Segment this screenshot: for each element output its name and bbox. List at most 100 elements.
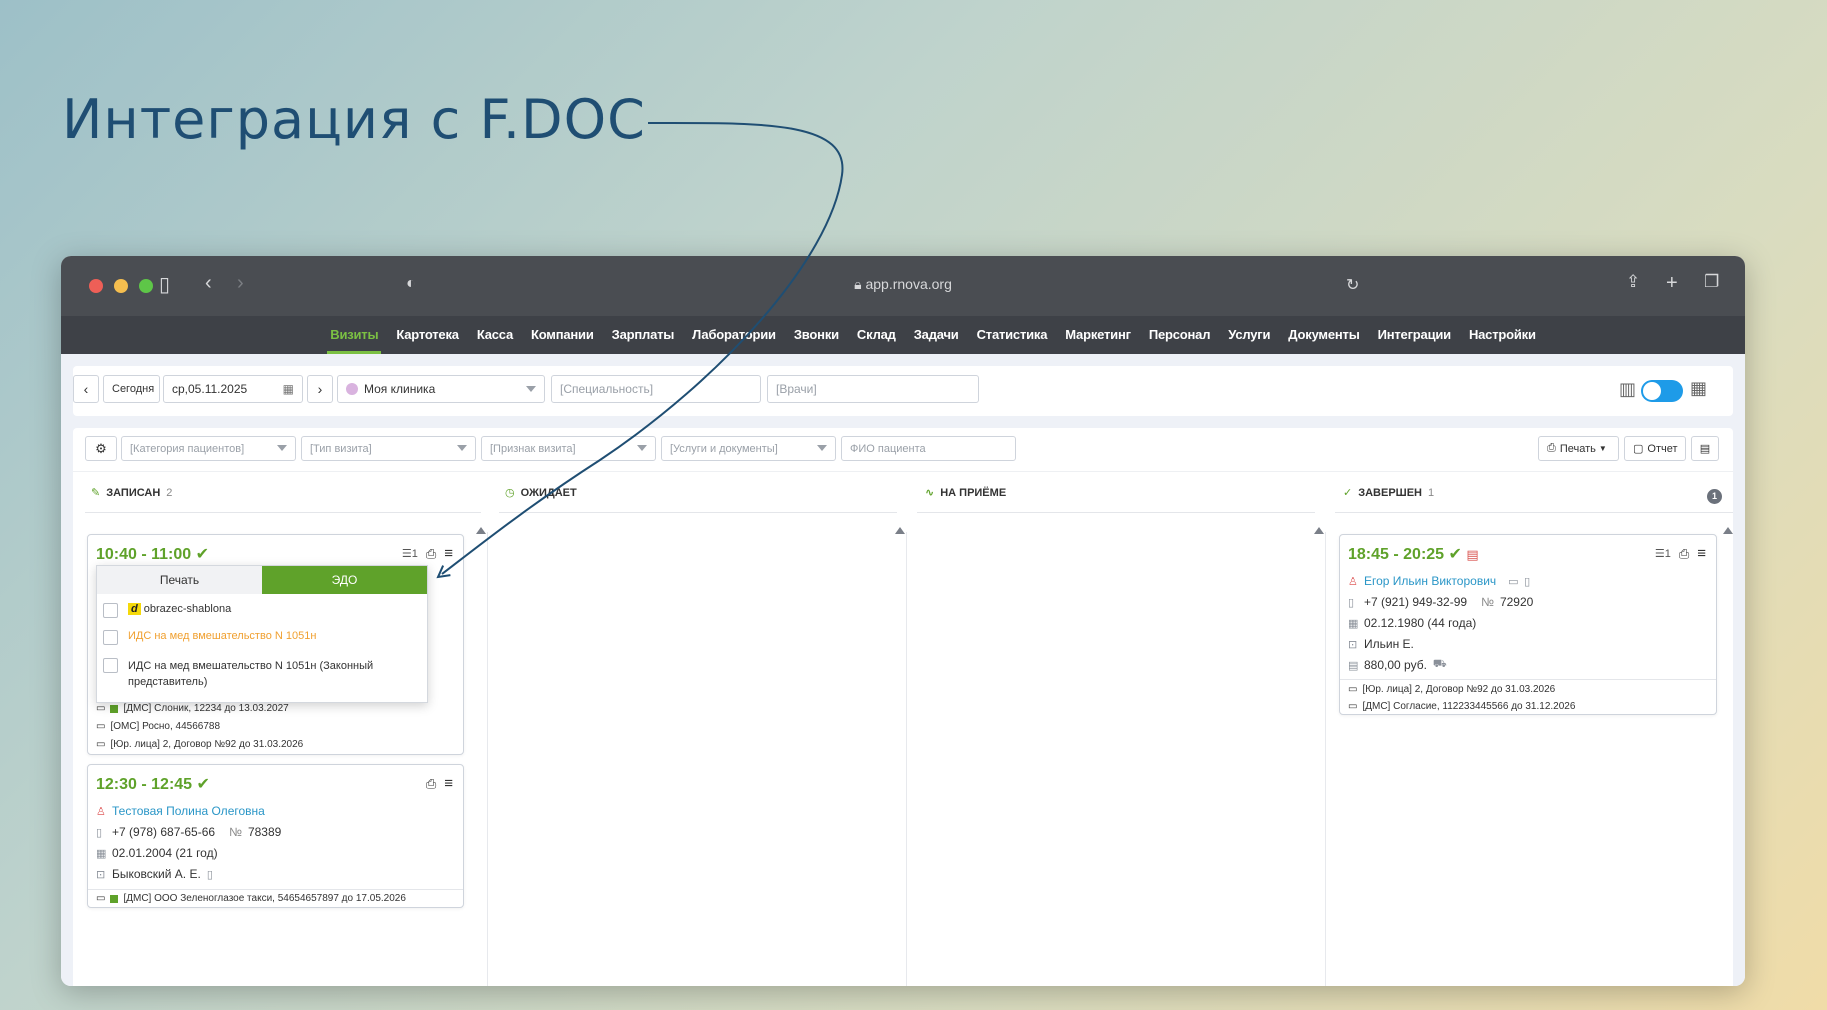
menu-icon[interactable]: ≡ bbox=[1697, 545, 1706, 562]
printer-icon[interactable]: ⎙ bbox=[1679, 546, 1689, 562]
visit-time: 12:30 - 12:45 ✔ bbox=[96, 774, 210, 794]
columns-view-icon[interactable]: ▥ bbox=[1619, 379, 1636, 400]
scroll-up-button[interactable] bbox=[476, 527, 486, 534]
record-number: 72920 bbox=[1499, 595, 1534, 609]
notification-badge[interactable]: 1 bbox=[1707, 489, 1722, 504]
next-day-button[interactable]: › bbox=[307, 375, 333, 403]
calculator-icon[interactable]: ▤ bbox=[1691, 436, 1719, 461]
printer-icon[interactable]: ⎙ bbox=[426, 546, 436, 562]
print-label: Печать bbox=[1559, 442, 1596, 455]
column-title: ОЖИДАЕТ bbox=[520, 486, 577, 499]
printer-icon[interactable]: ⎙ bbox=[426, 776, 436, 792]
edo-doc-item[interactable]: ИДС на мед вмешательство N 1051н bbox=[103, 630, 316, 645]
tab-edo[interactable]: ЭДО bbox=[262, 566, 427, 594]
visit-type-select[interactable]: [Тип визита] bbox=[301, 436, 476, 461]
services-docs-select[interactable]: [Услуги и документы] bbox=[661, 436, 836, 461]
person-icon: ♙ bbox=[1348, 575, 1358, 588]
doc-checkbox[interactable] bbox=[103, 603, 118, 618]
nav-item-8[interactable]: Задачи bbox=[905, 316, 968, 354]
nav-item-1[interactable]: Картотека bbox=[387, 316, 467, 354]
phone-icon: ▯ bbox=[96, 826, 103, 839]
id-card-icon: ▭ bbox=[1348, 701, 1358, 712]
policy-text: [Юр. лица] 2, Договор №92 до 31.03.2026 bbox=[1362, 684, 1556, 695]
calendar-view-icon[interactable]: ▦ bbox=[1690, 378, 1707, 399]
scroll-up-button[interactable] bbox=[1723, 527, 1733, 534]
card-actions: ⎙ ≡ bbox=[426, 775, 453, 792]
address-bar[interactable]: 🔒︎ app.rnova.org bbox=[61, 276, 1745, 293]
edo-doc-item[interactable]: d obrazec-shablona bbox=[103, 603, 231, 618]
nav-item-5[interactable]: Лаборатории bbox=[683, 316, 785, 354]
chevron-down-icon bbox=[817, 445, 827, 451]
view-toggle[interactable] bbox=[1641, 380, 1683, 402]
visit-card[interactable]: 18:45 - 20:25 ✔ ▤ ☰1 ⎙ ≡ ♙ Егор Ильин Вик… bbox=[1339, 534, 1717, 715]
filter-toolbar: ⚙ [Категория пациентов] [Тип визита] [Пр… bbox=[73, 428, 1733, 472]
share-icon[interactable]: ⇪ bbox=[1626, 272, 1640, 292]
menu-icon[interactable]: ≡ bbox=[444, 545, 453, 562]
phone-icon: ▯ bbox=[1348, 596, 1355, 609]
visit-time: 18:45 - 20:25 ✔ ▤ bbox=[1348, 544, 1479, 564]
nav-item-14[interactable]: Интеграции bbox=[1369, 316, 1460, 354]
pencil-icon: ✎ bbox=[91, 487, 101, 499]
patient-name-input[interactable]: ФИО пациента bbox=[841, 436, 1016, 461]
nav-item-4[interactable]: Зарплаты bbox=[603, 316, 684, 354]
print-edo-popup: Печать ЭДО d obrazec-shablona ИДС на мед … bbox=[96, 565, 428, 703]
report-button[interactable]: ▢ Отчет bbox=[1624, 436, 1686, 461]
new-tab-icon[interactable]: + bbox=[1666, 272, 1678, 295]
scroll-up-button[interactable] bbox=[895, 527, 905, 534]
device-icon: ▯ bbox=[206, 868, 213, 881]
doc-checkbox[interactable] bbox=[103, 630, 118, 645]
nav-item-9[interactable]: Статистика bbox=[968, 316, 1057, 354]
menu-icon[interactable]: ≡ bbox=[444, 775, 453, 792]
clinic-select[interactable]: Моя клиника bbox=[337, 375, 545, 403]
reload-icon[interactable]: ↻ bbox=[1346, 275, 1359, 295]
doctors-select[interactable]: [Врачи] bbox=[767, 375, 979, 403]
amount-row: ▤ 880,00 руб. ⛟ bbox=[1348, 658, 1447, 672]
tab-print[interactable]: Печать bbox=[97, 566, 262, 594]
services-list-icon[interactable]: ☰1 bbox=[402, 547, 418, 560]
nav-item-11[interactable]: Персонал bbox=[1140, 316, 1219, 354]
nav-item-12[interactable]: Услуги bbox=[1219, 316, 1279, 354]
services-list-icon[interactable]: ☰1 bbox=[1655, 547, 1671, 560]
document-icon[interactable]: ▤ bbox=[1466, 547, 1478, 562]
nav-item-2[interactable]: Касса bbox=[468, 316, 522, 354]
specialty-select[interactable]: [Специальность] bbox=[551, 375, 761, 403]
nav-item-15[interactable]: Настройки bbox=[1460, 316, 1545, 354]
patient-category-value: [Категория пациентов] bbox=[130, 442, 245, 455]
patient-name-link[interactable]: Тестовая Полина Олеговна bbox=[112, 804, 265, 818]
services-docs-value: [Услуги и документы] bbox=[670, 442, 778, 455]
date-input[interactable]: ср,05.11.2025 ▦ bbox=[163, 375, 303, 403]
visit-card[interactable]: 12:30 - 12:45 ✔ ⎙ ≡ ♙ Тестовая Полина Оле… bbox=[87, 764, 464, 908]
policy-row: ▭ [Юр. лица] 2, Договор №92 до 31.03.2026 bbox=[96, 739, 303, 750]
chevron-down-icon bbox=[277, 445, 287, 451]
doctor-icon: ⊡ bbox=[1348, 638, 1358, 651]
policy-text: [ДМС] Слоник, 12234 до 13.03.2027 bbox=[123, 703, 289, 714]
patient-name-link[interactable]: Егор Ильин Викторович bbox=[1364, 574, 1496, 588]
scroll-up-button[interactable] bbox=[1314, 527, 1324, 534]
device-icon: ▯ bbox=[1524, 575, 1531, 588]
nav-item-0[interactable]: Визиты bbox=[321, 316, 387, 354]
nav-item-7[interactable]: Склад bbox=[848, 316, 905, 354]
doc-label: obrazec-shablona bbox=[143, 603, 232, 615]
nav-item-10[interactable]: Маркетинг bbox=[1056, 316, 1140, 354]
nav-item-6[interactable]: Звонки bbox=[785, 316, 848, 354]
print-button[interactable]: ⎙ Печать ▼ bbox=[1538, 436, 1619, 461]
doc-label: ИДС на мед вмешательство N 1051н (Законн… bbox=[128, 660, 374, 688]
nav-item-13[interactable]: Документы bbox=[1279, 316, 1368, 354]
url-text: app.rnova.org bbox=[865, 276, 952, 292]
nav-item-3[interactable]: Компании bbox=[522, 316, 603, 354]
check-icon: ✓ bbox=[1343, 487, 1353, 499]
doc-checkbox[interactable] bbox=[103, 658, 118, 673]
visit-time-text: 10:40 - 11:00 bbox=[96, 546, 192, 563]
today-button[interactable]: Сегодня bbox=[103, 375, 160, 403]
services-count: 1 bbox=[411, 548, 418, 560]
check-icon: ✔ bbox=[1448, 546, 1462, 563]
visit-flag-value: [Признак визита] bbox=[490, 442, 576, 455]
prev-day-button[interactable]: ‹ bbox=[73, 375, 99, 403]
edo-doc-item[interactable]: ИДС на мед вмешательство N 1051н (Законн… bbox=[103, 658, 413, 690]
tabs-overview-icon[interactable]: ❐ bbox=[1704, 272, 1719, 292]
doctor-row: ⊡ Ильин Е. bbox=[1348, 637, 1414, 651]
status-square bbox=[110, 704, 119, 713]
patient-category-select[interactable]: [Категория пациентов] bbox=[121, 436, 296, 461]
visit-flag-select[interactable]: [Признак визита] bbox=[481, 436, 656, 461]
settings-gear-icon[interactable]: ⚙ bbox=[85, 436, 117, 461]
